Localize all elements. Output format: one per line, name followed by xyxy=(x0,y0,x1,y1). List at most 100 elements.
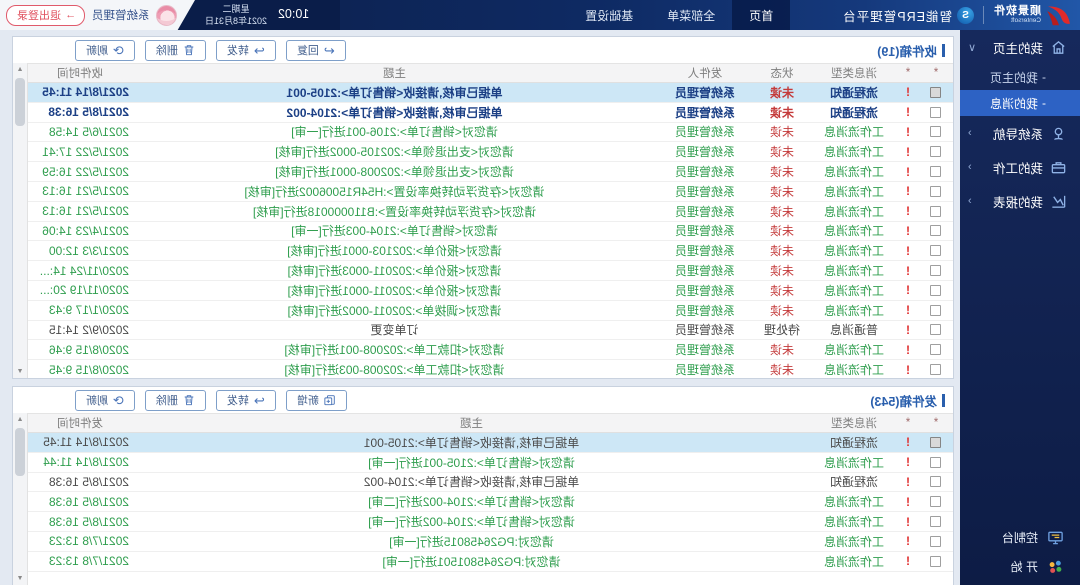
row-checkbox[interactable] xyxy=(919,126,953,137)
scroll-thumb[interactable] xyxy=(15,428,25,476)
scroll-thumb[interactable] xyxy=(15,78,25,126)
message-type: 工作流消息 xyxy=(811,222,897,239)
row-checkbox[interactable] xyxy=(919,556,953,567)
sidebar-item-1[interactable]: 系统导航 › xyxy=(960,116,1080,150)
refresh-button[interactable]: ⟳ 刷新 xyxy=(75,40,135,61)
sidebar-subitem-0-0[interactable]: -我的主页 xyxy=(960,64,1080,90)
row-checkbox[interactable] xyxy=(919,146,953,157)
outbox-row[interactable]: ! 工作流消息请您对<销售订单>:2104-002进行[二审] 2021/8/5… xyxy=(28,492,953,512)
inbox-row[interactable]: ! 工作流消息未读 系统管理员请您对<报价单>:202103-0001进行[审核… xyxy=(28,241,953,261)
outbox-scrollbar[interactable]: ▲ ▼ xyxy=(13,413,28,585)
row-checkbox[interactable] xyxy=(919,305,953,316)
outbox-toolbar: 发件箱(543) 新增↪ 转发 删除⟳ 刷新 xyxy=(13,387,953,413)
row-checkbox[interactable] xyxy=(919,87,953,98)
nav-tab-0[interactable]: 首页 xyxy=(732,0,790,30)
row-checkbox[interactable] xyxy=(919,536,953,547)
outbox-row[interactable]: ! 工作流消息请您对<销售订单>:2104-002进行[一审] 2021/8/5… xyxy=(28,512,953,532)
scroll-down-arrow[interactable]: ▼ xyxy=(13,572,27,585)
inbox-row[interactable]: ! 工作流消息未读 系统管理员请您对<支出退领单>:202008-0001进行[… xyxy=(28,162,953,182)
inbox-row[interactable]: ! 工作流消息未读 系统管理员请您对<报价单>:202011-0003进行[审核… xyxy=(28,261,953,281)
outbox-row[interactable]: ! 工作流消息请您对:PG2645801501进行[一审] 2021/7/8 1… xyxy=(28,552,953,572)
row-checkbox[interactable] xyxy=(919,496,953,507)
inbox-row[interactable]: ! 工作流消息未读 系统管理员请您对<报价单>:202011-0001进行[审核… xyxy=(28,281,953,301)
inbox-row[interactable]: ! 工作流消息未读 系统管理员请您对<支出退领单>:202105-0002进行[… xyxy=(28,142,953,162)
forward-button[interactable]: ↪ 转发 xyxy=(216,390,276,411)
row-checkbox[interactable] xyxy=(919,265,953,276)
inbox-row[interactable]: ! 工作流消息未读 系统管理员请您对<调拨单>:202011-0002进行[审核… xyxy=(28,301,953,321)
date-block: 星期二 2021年8月31日 xyxy=(205,3,267,27)
delete-button[interactable]: 删除 xyxy=(145,390,206,411)
company-name-en: Centersoft xyxy=(993,18,1041,25)
scroll-down-arrow[interactable]: ▼ xyxy=(13,365,27,378)
message-time: 2020/1/17 9:43 xyxy=(28,303,132,317)
inbox-row[interactable]: ! 工作流消息未读 系统管理员请您对<存货浮动转换率设置>:B110000018… xyxy=(28,202,953,222)
row-checkbox[interactable] xyxy=(919,516,953,527)
inbox-row[interactable]: ! 工作流消息未读 系统管理员请您对<扣款工单>:202008-003进行[审核… xyxy=(28,360,953,378)
sidebar-subitem-0-1[interactable]: -我的消息 xyxy=(960,90,1080,116)
row-checkbox[interactable] xyxy=(919,166,953,177)
message-type: 工作流消息 xyxy=(811,262,897,279)
nav-tab-1[interactable]: 全部菜单 xyxy=(650,0,732,30)
scroll-up-arrow[interactable]: ▲ xyxy=(13,63,27,76)
refresh-button[interactable]: ⟳ 刷新 xyxy=(75,390,135,411)
row-checkbox[interactable] xyxy=(919,324,953,335)
row-checkbox[interactable] xyxy=(919,186,953,197)
outbox-row[interactable]: ! 流程通知单据已审核,请接收<销售订单>:2104-002 2021/8/5 … xyxy=(28,473,953,493)
message-sender: 系统管理员 xyxy=(657,262,753,279)
reply-icon: ↩ xyxy=(324,44,335,57)
outbox-row[interactable]: ! 流程通知单据已审核,请接收<销售订单>:2105-001 2021/8/14… xyxy=(28,433,953,453)
sidebar-item-3[interactable]: 我的报表 › xyxy=(960,184,1080,218)
outbox-row[interactable]: ! 工作流消息请您对:PG26458015进行[一审] 2021/7/8 13:… xyxy=(28,532,953,552)
row-checkbox[interactable] xyxy=(919,476,953,487)
column-header: 收件时间 xyxy=(28,65,132,81)
forward-button[interactable]: ↪ 转发 xyxy=(216,40,276,61)
message-status: 未读 xyxy=(753,123,811,140)
inbox-scrollbar[interactable]: ▲ ▼ xyxy=(13,63,28,378)
inbox-row[interactable]: ! 工作流消息未读 系统管理员请您对<销售订单>:2104-003进行[一审] … xyxy=(28,222,953,242)
importance-flag-icon: ! xyxy=(897,475,919,489)
outbox-row[interactable]: ! 工作流消息请您对<销售订单>:2105-001进行[一审] 2021/8/1… xyxy=(28,453,953,473)
new-button[interactable]: 新增 xyxy=(286,390,347,411)
message-time: 2021/7/8 13:23 xyxy=(28,534,132,548)
message-subject: 请您对<报价单>:202011-0001进行[审核] xyxy=(132,282,657,299)
sidebar-item-2[interactable]: 我的工作 › xyxy=(960,150,1080,184)
sidebar-bottom-0[interactable]: 控制台 xyxy=(960,523,1080,552)
message-time: 2021/8/14 11:45 xyxy=(28,435,132,449)
row-checkbox[interactable] xyxy=(919,285,953,296)
sidebar-item-0[interactable]: 我的主页 ∨ xyxy=(960,30,1080,64)
row-checkbox[interactable] xyxy=(919,457,953,468)
message-type: 工作流消息 xyxy=(811,282,897,299)
inbox-row[interactable]: ! 工作流消息未读 系统管理员请您对<扣款工单>:202008-001进行[审核… xyxy=(28,340,953,360)
forward-icon: ↪ xyxy=(254,44,265,57)
message-subject: 订单变更 xyxy=(132,321,657,338)
inbox-row[interactable]: ! 普通消息待处理 系统管理员订单变更 2020/9/2 14:15 xyxy=(28,321,953,341)
importance-flag-icon: ! xyxy=(897,105,919,119)
row-checkbox[interactable] xyxy=(919,107,953,118)
row-checkbox[interactable] xyxy=(919,344,953,355)
inbox-row[interactable]: ! 工作流消息未读 系统管理员请您对<存货浮动转换率设置>:H54R150060… xyxy=(28,182,953,202)
column-header: * xyxy=(897,417,919,429)
message-type: 流程通知 xyxy=(811,434,897,451)
inbox-row[interactable]: ! 流程通知未读 系统管理员单据已审核,请接收<销售订单>:2104-002 2… xyxy=(28,103,953,123)
scroll-up-arrow[interactable]: ▲ xyxy=(13,413,27,426)
sidebar-bottom-1[interactable]: 开 始 xyxy=(960,552,1080,581)
delete-button[interactable]: 删除 xyxy=(145,40,206,61)
product-title: 智能ERP管理平台 xyxy=(842,6,952,25)
inbox-row[interactable]: ! 流程通知未读 系统管理员单据已审核,请接收<销售订单>:2105-001 2… xyxy=(28,83,953,103)
outbox-panel: 发件箱(543) 新增↪ 转发 删除⟳ 刷新 **消息类型主题发件时间 ! 流程… xyxy=(12,386,954,585)
inbox-row[interactable]: ! 工作流消息未读 系统管理员请您对<销售订单>:2106-001进行[一审] … xyxy=(28,123,953,143)
row-checkbox[interactable] xyxy=(919,245,953,256)
message-time: 2021/3/3 12:00 xyxy=(28,244,132,258)
row-checkbox[interactable] xyxy=(919,206,953,217)
row-checkbox[interactable] xyxy=(919,225,953,236)
chevron-icon: ∨ xyxy=(968,41,976,54)
row-checkbox[interactable] xyxy=(919,364,953,375)
reply-button[interactable]: ↩ 回复 xyxy=(286,40,346,61)
avatar[interactable] xyxy=(157,5,178,26)
logout-button[interactable]: → 退出登录 xyxy=(6,5,85,26)
importance-flag-icon: ! xyxy=(897,244,919,258)
row-checkbox[interactable] xyxy=(919,437,953,448)
nav-tab-2[interactable]: 基础设置 xyxy=(568,0,650,30)
title-bar-accent xyxy=(942,394,945,407)
home-icon xyxy=(1050,39,1067,56)
